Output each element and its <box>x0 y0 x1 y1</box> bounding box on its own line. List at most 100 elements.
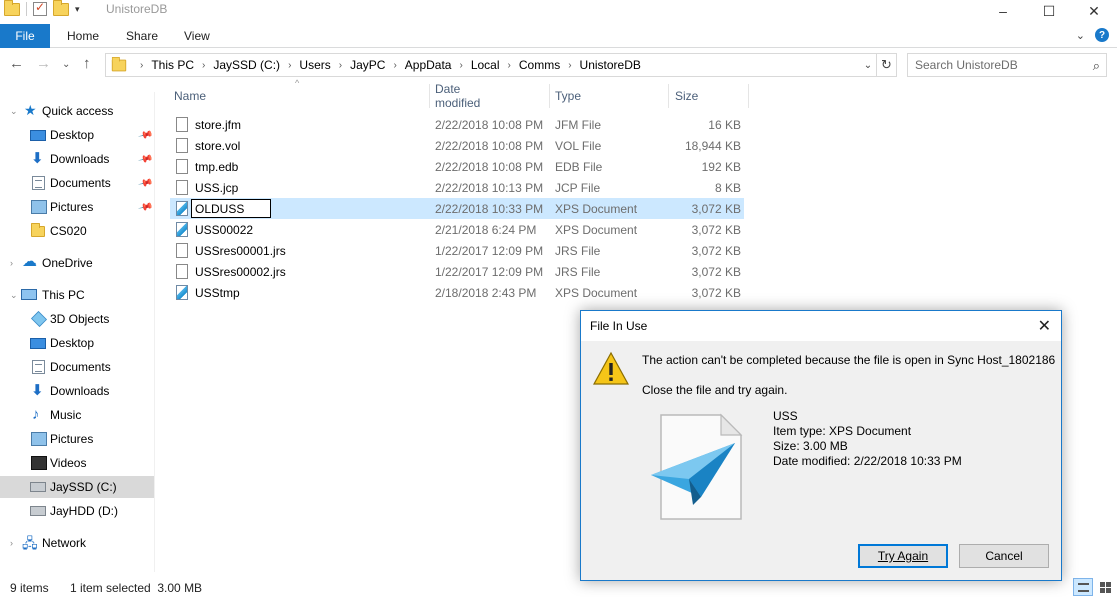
back-button[interactable]: ← <box>9 55 24 72</box>
chevron-right-icon[interactable]: › <box>388 60 401 71</box>
pin-icon: 📌 <box>137 151 154 167</box>
pictures-icon <box>31 432 47 446</box>
breadcrumb-unistoredb[interactable]: UnistoreDB <box>577 58 644 72</box>
sidebar-item-label: CS020 <box>50 224 87 238</box>
column-header-type[interactable]: Type <box>555 84 581 108</box>
column-divider[interactable] <box>549 84 550 108</box>
file-size: 16 KB <box>708 118 741 132</box>
sidebar-item-music[interactable]: ♪ Music <box>0 404 154 426</box>
sidebar-item-pictures-pinned[interactable]: Pictures 📌 <box>0 196 154 218</box>
table-row[interactable]: USSres00002.jrs 1/22/2017 12:09 PM JRS F… <box>170 261 744 282</box>
address-bar[interactable]: › This PC › JaySSD (C:) › Users › JayPC … <box>105 53 877 77</box>
sidebar-item-label: OneDrive <box>42 256 93 270</box>
table-row[interactable]: tmp.edb 2/22/2018 10:08 PM EDB File 192 … <box>170 156 744 177</box>
sidebar-item-onedrive[interactable]: › ☁ OneDrive <box>0 252 154 274</box>
maximize-button[interactable]: ☐ <box>1026 0 1072 22</box>
sidebar-item-documents[interactable]: Documents <box>0 356 154 378</box>
address-dropdown-icon[interactable]: ⌄ <box>860 54 876 76</box>
sidebar-item-quick-access[interactable]: ⌄ ★ Quick access <box>0 100 154 122</box>
cloud-icon: ☁ <box>22 253 37 270</box>
folder-icon[interactable] <box>4 0 20 16</box>
sidebar-item-jayssd[interactable]: JaySSD (C:) <box>0 476 154 498</box>
breadcrumb-this-pc[interactable]: This PC <box>148 58 197 72</box>
search-input[interactable]: Search UnistoreDB ⌕ <box>907 53 1107 77</box>
table-row-selected[interactable]: OLDUSS 2/22/2018 10:33 PM XPS Document 3… <box>170 198 744 219</box>
expand-ribbon-icon[interactable]: ⌄ <box>1076 29 1085 42</box>
recent-locations-button[interactable]: ⌄ <box>62 59 70 70</box>
tab-view[interactable]: View <box>184 29 210 43</box>
file-icon <box>176 138 188 153</box>
breadcrumb-comms[interactable]: Comms <box>516 58 563 72</box>
breadcrumb-jayssd[interactable]: JaySSD (C:) <box>210 58 283 72</box>
chevron-right-icon[interactable]: › <box>334 60 347 71</box>
sidebar-item-videos[interactable]: Videos <box>0 452 154 474</box>
xps-file-icon <box>176 285 188 300</box>
tab-share[interactable]: Share <box>126 29 158 43</box>
sidebar-item-downloads[interactable]: ⬇ Downloads <box>0 380 154 402</box>
download-icon: ⬇ <box>31 150 44 167</box>
chevron-right-icon[interactable]: › <box>563 60 576 71</box>
chevron-right-icon[interactable]: › <box>10 538 13 548</box>
chevron-right-icon[interactable]: › <box>454 60 467 71</box>
chevron-right-icon[interactable]: › <box>197 60 210 71</box>
column-divider[interactable] <box>429 84 430 108</box>
column-header-name[interactable]: Name <box>174 84 206 108</box>
quick-access-toolbar: ▾ <box>4 0 80 16</box>
rename-input[interactable]: OLDUSS <box>191 199 271 218</box>
sidebar-item-jayhdd[interactable]: JayHDD (D:) <box>0 500 154 522</box>
breadcrumb: › This PC › JaySSD (C:) › Users › JayPC … <box>135 58 644 72</box>
sidebar-item-documents-pinned[interactable]: Documents 📌 <box>0 172 154 194</box>
column-divider[interactable] <box>748 84 749 108</box>
cancel-button[interactable]: Cancel <box>959 544 1049 568</box>
dialog-title: File In Use <box>590 319 648 333</box>
ribbon-tabs: File Home Share View ⌄ ? <box>0 24 1117 48</box>
chevron-right-icon[interactable]: › <box>283 60 296 71</box>
chevron-down-icon[interactable]: ⌄ <box>10 106 18 117</box>
table-row[interactable]: store.jfm 2/22/2018 10:08 PM JFM File 16… <box>170 114 744 135</box>
help-icon[interactable]: ? <box>1095 28 1109 42</box>
address-row: ← → ⌄ ↑ › This PC › JaySSD (C:) › Users … <box>0 52 1117 78</box>
table-row[interactable]: USS00022 2/21/2018 6:24 PM XPS Document … <box>170 219 744 240</box>
table-row[interactable]: store.vol 2/22/2018 10:08 PM VOL File 18… <box>170 135 744 156</box>
column-header-date-modified[interactable]: Date modified <box>435 82 480 110</box>
file-date: 2/22/2018 10:33 PM <box>435 202 544 216</box>
breadcrumb-appdata[interactable]: AppData <box>402 58 455 72</box>
try-again-button[interactable]: Try Again <box>858 544 948 568</box>
chevron-down-icon[interactable]: ⌄ <box>10 290 18 301</box>
table-row[interactable]: USS.jcp 2/22/2018 10:13 PM JCP File 8 KB <box>170 177 744 198</box>
sidebar-item-desktop-pinned[interactable]: Desktop 📌 <box>0 124 154 146</box>
details-view-button[interactable] <box>1073 578 1093 596</box>
sidebar-item-this-pc[interactable]: ⌄ This PC <box>0 284 154 306</box>
tab-home[interactable]: Home <box>67 29 99 43</box>
sidebar-item-desktop[interactable]: Desktop <box>0 332 154 354</box>
chevron-right-icon[interactable]: › <box>503 60 516 71</box>
customize-toolbar-dropdown[interactable]: ▾ <box>75 4 80 15</box>
sidebar-item-3d-objects[interactable]: 3D Objects <box>0 308 154 330</box>
breadcrumb-users[interactable]: Users <box>296 58 333 72</box>
file-name: store.vol <box>195 139 241 153</box>
tab-file[interactable]: File <box>0 24 50 48</box>
minimize-button[interactable]: – <box>980 0 1026 22</box>
close-button[interactable]: ✕ <box>1071 0 1117 22</box>
refresh-button[interactable]: ↻ <box>877 53 897 77</box>
sidebar-item-cs020[interactable]: CS020 <box>0 220 154 242</box>
chevron-right-icon[interactable]: › <box>135 60 148 71</box>
table-row[interactable]: USSres00001.jrs 1/22/2017 12:09 PM JRS F… <box>170 240 744 261</box>
forward-button[interactable]: → <box>36 55 51 72</box>
table-row[interactable]: USStmp 2/18/2018 2:43 PM XPS Document 3,… <box>170 282 744 303</box>
sidebar-item-downloads-pinned[interactable]: ⬇ Downloads 📌 <box>0 148 154 170</box>
file-date: 2/18/2018 2:43 PM <box>435 286 537 300</box>
sidebar-item-network[interactable]: › 🖧 Network <box>0 532 154 554</box>
sidebar-item-pictures[interactable]: Pictures <box>0 428 154 450</box>
breadcrumb-local[interactable]: Local <box>468 58 503 72</box>
large-icons-view-button[interactable] <box>1095 578 1115 596</box>
breadcrumb-jaypc[interactable]: JayPC <box>347 58 388 72</box>
properties-icon[interactable] <box>33 0 47 16</box>
dialog-close-button[interactable]: ✕ <box>1038 316 1051 336</box>
column-divider[interactable] <box>668 84 669 108</box>
chevron-right-icon[interactable]: › <box>10 258 13 268</box>
up-button[interactable]: ↑ <box>83 55 91 72</box>
new-folder-icon[interactable] <box>53 0 69 16</box>
column-header-size[interactable]: Size <box>675 84 698 108</box>
pictures-icon <box>31 200 47 214</box>
